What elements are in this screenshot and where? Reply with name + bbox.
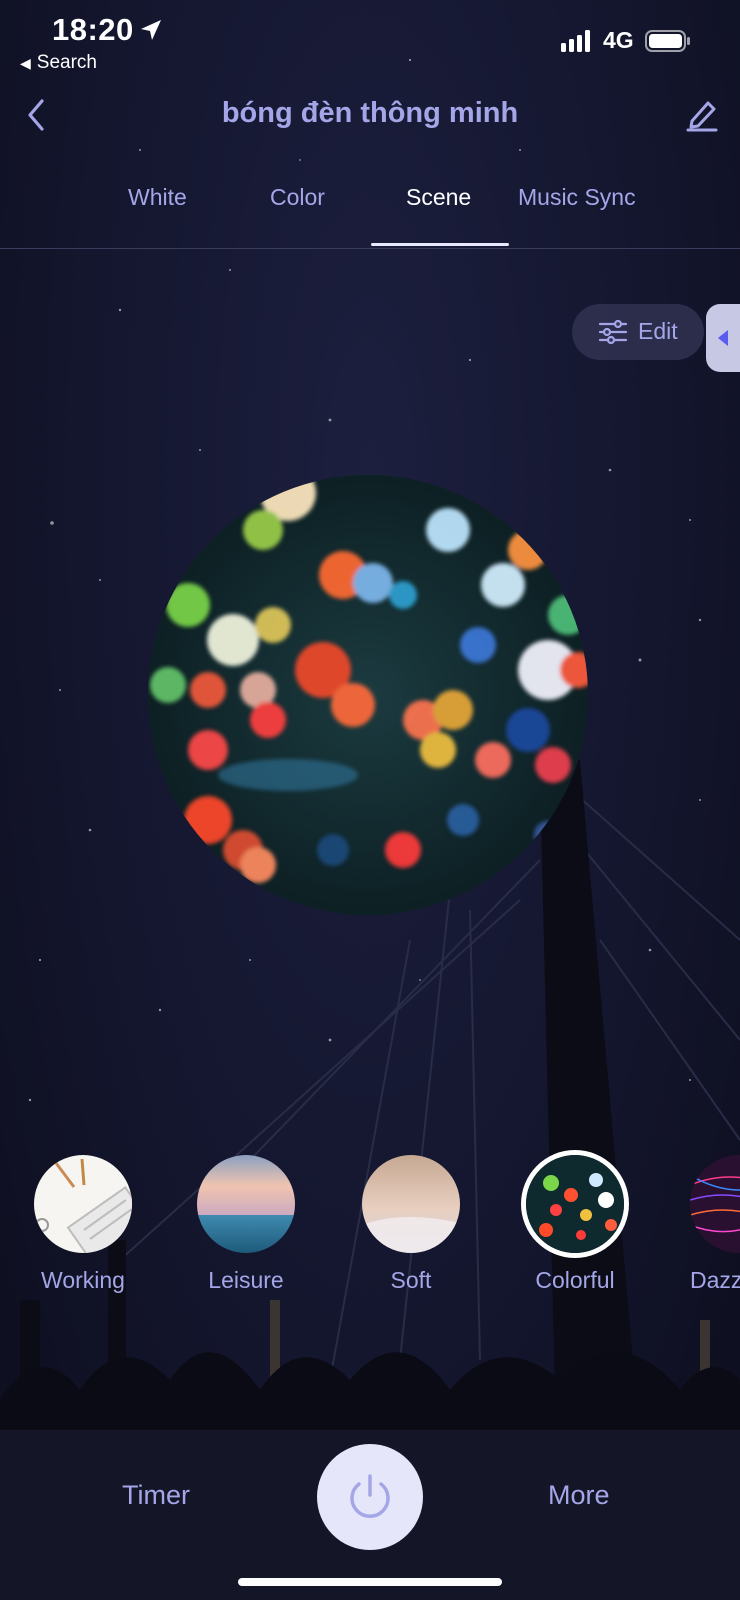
back-triangle-icon: ◀ [20,55,31,71]
back-app-label: Search [36,52,97,73]
edit-scene-button[interactable]: Edit [572,304,704,360]
scene-label-leisure: Leisure [208,1267,284,1293]
battery-icon [645,30,690,52]
scene-chip-working[interactable]: Working [33,1155,133,1294]
bokeh-lights-image [148,475,588,915]
tab-divider [0,248,740,249]
scene-label-dazzling: Dazz [690,1267,740,1293]
tab-bar: White Color Scene Music Sync [0,176,740,246]
active-tab-underline [371,243,509,246]
location-arrow-icon [141,20,161,40]
tab-scene[interactable]: Scene [406,184,471,211]
scene-preview-image [148,475,588,915]
status-bar: 18:20 ◀ Search 4G [0,0,740,90]
power-icon [350,1474,390,1518]
home-indicator[interactable] [238,1578,502,1586]
timer-button[interactable]: Timer [122,1480,190,1511]
scene-label-working: Working [41,1267,125,1293]
tab-white[interactable]: White [128,184,187,211]
pencil-icon[interactable] [684,95,720,133]
cellular-signal-icon [561,30,590,52]
soft-thumbnail [362,1155,460,1253]
power-button[interactable] [317,1444,423,1550]
working-thumbnail [34,1155,132,1253]
scene-chip-colorful[interactable]: Colorful [525,1155,625,1294]
more-button[interactable]: More [548,1480,610,1511]
scene-label-soft: Soft [390,1267,432,1293]
scene-chip-soft[interactable]: Soft [361,1155,461,1294]
caret-left-icon [718,330,728,346]
dazzling-thumbnail [690,1155,740,1253]
tab-color[interactable]: Color [270,184,325,211]
network-type: 4G [603,27,634,53]
page-title: bóng đèn thông minh [221,97,519,129]
leisure-thumbnail [197,1155,295,1253]
back-to-search-link[interactable]: ◀ Search [20,52,97,74]
edit-scene-label: Edit [638,318,678,344]
sliders-icon [598,319,628,345]
colorful-thumbnail [526,1155,624,1253]
scene-chip-dazzling[interactable]: Dazz [690,1155,740,1294]
scene-label-colorful: Colorful [535,1267,615,1293]
side-panel-handle[interactable] [706,304,740,372]
scene-chip-leisure[interactable]: Leisure [196,1155,296,1294]
tab-music-sync[interactable]: Music Sync [518,184,636,211]
status-time: 18:20 [52,12,134,47]
